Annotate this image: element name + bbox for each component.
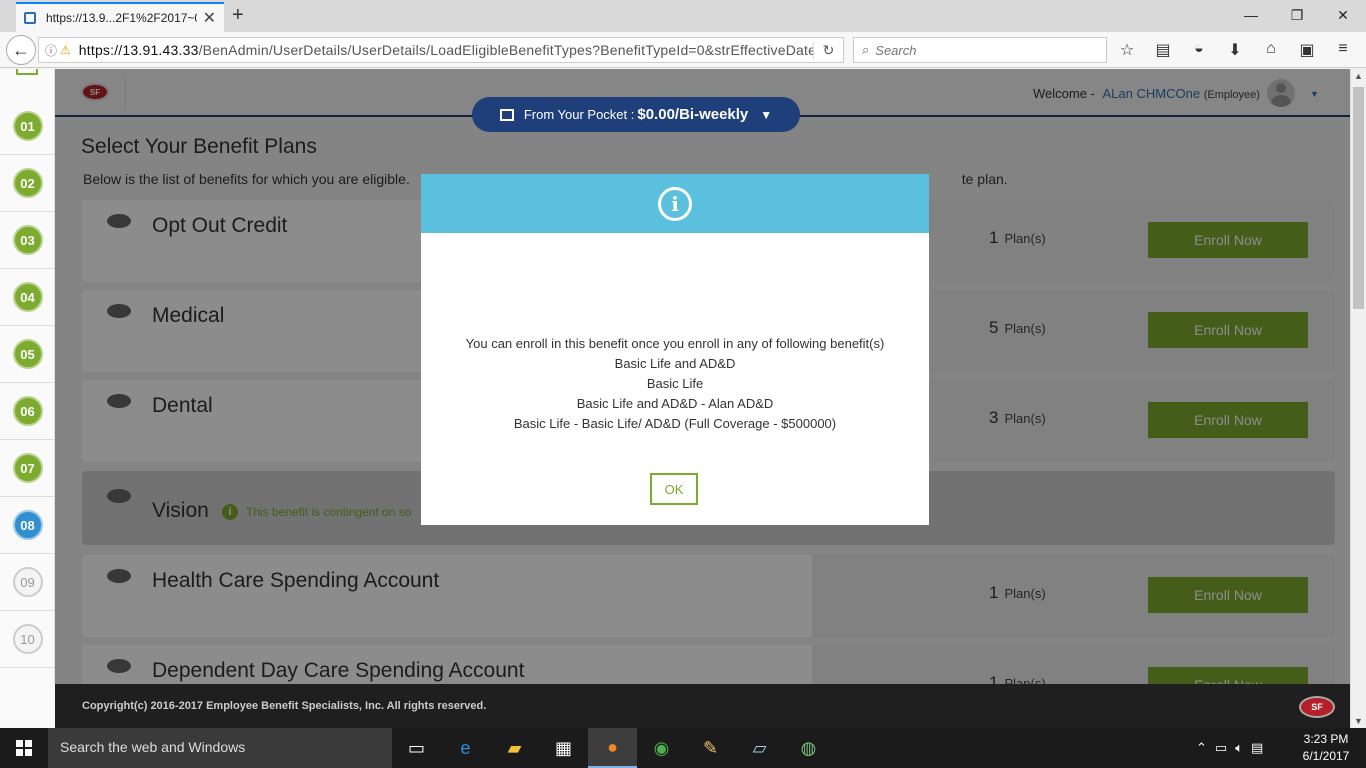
- from-your-pocket-dropdown[interactable]: From Your Pocket : $0.00/Bi-weekly ▼: [472, 97, 800, 132]
- chrome-icon[interactable]: ◉: [637, 728, 686, 768]
- modal-message: You can enroll in this benefit once you …: [465, 336, 885, 351]
- step-item[interactable]: 01: [0, 98, 55, 155]
- minimize-button[interactable]: —: [1228, 0, 1274, 30]
- step-item[interactable]: 04: [0, 269, 55, 326]
- step-item[interactable]: 05: [0, 326, 55, 383]
- reload-icon[interactable]: ↻: [813, 41, 843, 59]
- scroll-down-icon[interactable]: ▼: [1354, 716, 1363, 726]
- copyright-text: Copyright(c) 2016-2017 Employee Benefit …: [82, 700, 487, 712]
- network-icon[interactable]: ▭: [1215, 740, 1227, 756]
- gift-icon: [499, 108, 514, 121]
- step-number: 04: [12, 282, 43, 312]
- pocket-amount: $0.00/Bi-weekly: [637, 106, 749, 123]
- step-number: 01: [12, 111, 43, 141]
- action-center-icon[interactable]: ▤: [1251, 740, 1263, 756]
- step-item[interactable]: 09: [0, 554, 55, 611]
- show-hidden-icons-chevron-up-icon[interactable]: ⌃: [1196, 740, 1207, 756]
- step-item[interactable]: 10: [0, 611, 55, 668]
- reading-list-icon[interactable]: ▤: [1152, 40, 1174, 60]
- chevron-down-icon: ▼: [760, 107, 773, 122]
- step-number: 05: [12, 339, 43, 369]
- edge-browser-icon[interactable]: e: [441, 728, 490, 768]
- scrollbar-thumb[interactable]: [1353, 87, 1364, 309]
- notes-app-icon[interactable]: ▱: [735, 728, 784, 768]
- sidebar-footer: [0, 684, 55, 728]
- download-icon[interactable]: ⬇: [1224, 40, 1246, 60]
- step-item[interactable]: 02: [0, 155, 55, 212]
- address-bar[interactable]: ⓘ ⚠ https://13.91.43.33/BenAdmin/UserDet…: [38, 37, 844, 63]
- footer-logo: SF: [1299, 696, 1335, 718]
- close-tab-icon[interactable]: ✕: [203, 8, 216, 28]
- step-number: 08: [12, 510, 43, 540]
- task-view-icon[interactable]: ▭: [392, 728, 441, 768]
- volume-icon[interactable]: 🔈︎: [1235, 740, 1243, 756]
- windows-logo-icon: [16, 740, 32, 756]
- page-footer: Copyright(c) 2016-2017 Employee Benefit …: [55, 684, 1350, 728]
- modal-body: You can enroll in this benefit once you …: [421, 334, 929, 434]
- clock-date: 6/1/2017: [1302, 749, 1350, 763]
- step-number: 10: [12, 624, 43, 654]
- info-icon: i: [658, 186, 692, 221]
- page-scrollbar[interactable]: ▲ ▼: [1350, 69, 1366, 728]
- window-controls: — ❐ ✕: [1228, 0, 1366, 30]
- file-explorer-icon[interactable]: ▰: [490, 728, 539, 768]
- modal-header: i: [421, 174, 929, 233]
- new-tab-button[interactable]: +: [232, 4, 244, 27]
- step-top-icon: [16, 69, 38, 75]
- browser-search-input[interactable]: ⌕ Search: [853, 37, 1107, 63]
- home-icon[interactable]: ⌂: [1260, 40, 1282, 60]
- taskbar-clock[interactable]: 3:23 PM 6/1/2017: [1296, 731, 1356, 765]
- close-window-button[interactable]: ✕: [1320, 0, 1366, 30]
- scroll-up-icon[interactable]: ▲: [1354, 71, 1363, 81]
- required-benefit-item: Basic Life: [646, 376, 704, 391]
- store-icon[interactable]: ▦: [539, 728, 588, 768]
- taskbar-apps: ▭ e ▰ ▦ ● ◉ ✎ ▱ ◍: [392, 728, 833, 768]
- step-item[interactable]: 06: [0, 383, 55, 440]
- back-button[interactable]: ←: [6, 35, 36, 65]
- step-number: 06: [12, 396, 43, 426]
- pocket-label: From Your Pocket :: [523, 107, 635, 122]
- restore-button[interactable]: ❐: [1274, 0, 1320, 30]
- bookmark-star-icon[interactable]: ☆: [1116, 40, 1138, 60]
- pocket-save-icon[interactable]: ◒: [1188, 40, 1210, 60]
- required-benefit-item: Basic Life - Basic Life/ AD&D (Full Cove…: [513, 416, 837, 431]
- page-favicon-icon: [24, 12, 36, 24]
- step-number: 07: [12, 453, 43, 483]
- menu-icon[interactable]: ≡: [1332, 40, 1354, 60]
- step-item[interactable]: 03: [0, 212, 55, 269]
- url-text[interactable]: https://13.91.43.33/BenAdmin/UserDetails…: [79, 42, 813, 58]
- search-placeholder: Search: [875, 42, 917, 58]
- info-icon[interactable]: ⓘ: [45, 42, 57, 59]
- step-number: 09: [12, 567, 43, 597]
- paint-icon[interactable]: ✎: [686, 728, 735, 768]
- insecure-lock-icon[interactable]: ⚠: [60, 43, 71, 57]
- taskbar-search-input[interactable]: Search the web and Windows: [48, 728, 392, 768]
- required-benefit-item: Basic Life and AD&D: [614, 356, 736, 371]
- network-app-icon[interactable]: ◍: [784, 728, 833, 768]
- browser-tab[interactable]: https://13.9...2F1%2F2017~0 ✕: [16, 2, 224, 32]
- extension-icon[interactable]: ▣: [1296, 40, 1318, 60]
- browser-tabbar: https://13.9...2F1%2F2017~0 ✕ + — ❐ ✕: [0, 0, 1366, 32]
- step-item-current[interactable]: 08: [0, 497, 55, 554]
- browser-navbar: ← ⓘ ⚠ https://13.91.43.33/BenAdmin/UserD…: [0, 32, 1366, 68]
- clock-time: 3:23 PM: [1303, 732, 1349, 746]
- firefox-icon[interactable]: ●: [588, 728, 637, 768]
- start-button[interactable]: [0, 728, 48, 768]
- windows-taskbar: Search the web and Windows ▭ e ▰ ▦ ● ◉ ✎…: [0, 728, 1366, 768]
- step-number: 03: [12, 225, 43, 255]
- info-modal: i You can enroll in this benefit once yo…: [421, 174, 929, 525]
- required-benefit-item: Basic Life and AD&D - Alan AD&D: [576, 396, 774, 411]
- step-item[interactable]: 07: [0, 440, 55, 497]
- ok-button[interactable]: OK: [650, 473, 698, 505]
- tab-title: https://13.9...2F1%2F2017~0: [46, 11, 197, 25]
- step-number: 02: [12, 168, 43, 198]
- browser-toolbar: ☆ ▤ ◒ ⬇ ⌂ ▣ ≡: [1116, 40, 1354, 60]
- system-tray: ⌃ ▭ 🔈︎ ▤: [1196, 728, 1263, 768]
- search-icon: ⌕: [862, 42, 870, 57]
- step-sidebar: 01 02 03 04 05 06 07 08 09 10: [0, 69, 55, 684]
